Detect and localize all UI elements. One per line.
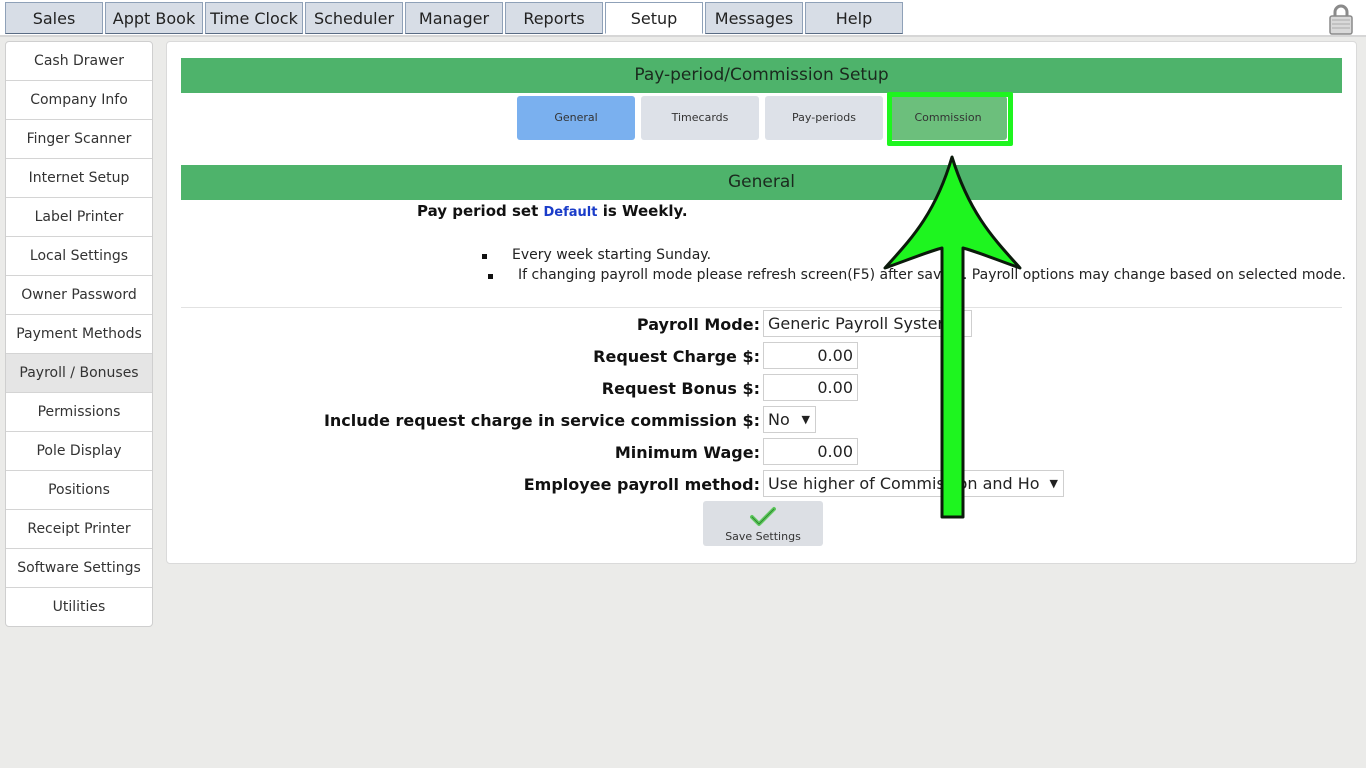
minimum-wage-label: Minimum Wage: (614, 443, 760, 462)
top-nav-divider (0, 35, 1366, 37)
tab-setup[interactable]: Setup (605, 2, 703, 34)
sidebar-item-utilities[interactable]: Utilities (6, 588, 152, 626)
include-charge-label: Include request charge in service commis… (323, 411, 760, 430)
payroll-method-label: Employee payroll method: (523, 475, 760, 494)
sidebar-item-owner-password[interactable]: Owner Password (6, 276, 152, 315)
tab-help[interactable]: Help (805, 2, 903, 34)
tab-scheduler[interactable]: Scheduler (305, 2, 403, 34)
tab-reports[interactable]: Reports (505, 2, 603, 34)
request-charge-input[interactable]: 0.00 (763, 342, 858, 369)
subtab-general[interactable]: General (517, 96, 635, 140)
subtab-pay-periods[interactable]: Pay-periods (765, 96, 883, 140)
top-tabs: Sales Appt Book Time Clock Scheduler Man… (5, 2, 905, 34)
bullet-dot (488, 274, 493, 279)
sidebar-item-internet-setup[interactable]: Internet Setup (6, 159, 152, 198)
tab-messages[interactable]: Messages (705, 2, 803, 34)
include-charge-select[interactable]: No ▼ (763, 406, 816, 433)
sidebar-item-payroll-bonuses[interactable]: Payroll / Bonuses (6, 354, 152, 393)
default-pay-period-link[interactable]: Default (543, 205, 597, 220)
tab-sales[interactable]: Sales (5, 2, 103, 34)
dropdown-arrow-icon: ▼ (801, 413, 810, 426)
tab-appt-book[interactable]: Appt Book (105, 2, 203, 34)
sidebar-item-company-info[interactable]: Company Info (6, 81, 152, 120)
minimum-wage-input[interactable]: 0.00 (763, 438, 858, 465)
sidebar-item-finger-scanner[interactable]: Finger Scanner (6, 120, 152, 159)
tab-manager[interactable]: Manager (405, 2, 503, 34)
include-charge-value: No (768, 410, 790, 429)
payroll-method-value: Use higher of Commission and Ho (768, 474, 1040, 493)
setup-sidebar: Cash Drawer Company Info Finger Scanner … (5, 41, 153, 627)
sidebar-item-cash-drawer[interactable]: Cash Drawer (6, 42, 152, 81)
request-bonus-input[interactable]: 0.00 (763, 374, 858, 401)
payroll-mode-field[interactable]: Generic Payroll System (763, 310, 972, 337)
request-charge-label: Request Charge $: (593, 347, 760, 366)
pay-period-prefix: Pay period set (417, 202, 539, 220)
sidebar-item-positions[interactable]: Positions (6, 471, 152, 510)
page-title: Pay-period/Commission Setup (181, 58, 1342, 93)
lock-icon[interactable] (1328, 3, 1354, 35)
tab-time-clock[interactable]: Time Clock (205, 2, 303, 34)
dropdown-arrow-icon: ▼ (1049, 477, 1058, 490)
sidebar-item-permissions[interactable]: Permissions (6, 393, 152, 432)
commission-highlight-box (887, 92, 1013, 146)
sidebar-item-label-printer[interactable]: Label Printer (6, 198, 152, 237)
sidebar-item-receipt-printer[interactable]: Receipt Printer (6, 510, 152, 549)
payroll-mode-label: Payroll Mode: (636, 315, 760, 334)
sidebar-item-local-settings[interactable]: Local Settings (6, 237, 152, 276)
save-settings-button[interactable]: Save Settings (703, 501, 823, 546)
main-panel: Pay-period/Commission Setup General Time… (166, 41, 1357, 564)
sidebar-item-pole-display[interactable]: Pole Display (6, 432, 152, 471)
bullet-dot (482, 254, 487, 259)
save-settings-label: Save Settings (725, 530, 801, 543)
checkmark-icon (750, 507, 776, 526)
pay-period-suffix: is Weekly. (602, 202, 688, 220)
sidebar-item-payment-methods[interactable]: Payment Methods (6, 315, 152, 354)
subtab-timecards[interactable]: Timecards (641, 96, 759, 140)
list-item: Every week starting Sunday. (482, 247, 712, 263)
payroll-method-select[interactable]: Use higher of Commission and Ho ▼ (763, 470, 1064, 497)
sidebar-item-software-settings[interactable]: Software Settings (6, 549, 152, 588)
request-bonus-label: Request Bonus $: (601, 379, 760, 398)
list-item: If changing payroll mode please refresh … (488, 267, 1346, 283)
pay-period-summary: Pay period set Default is Weekly. (417, 202, 688, 220)
bullet-text: If changing payroll mode please refresh … (518, 267, 1346, 283)
section-divider (181, 307, 1342, 308)
section-title: General (181, 165, 1342, 200)
bullet-text: Every week starting Sunday. (512, 247, 712, 263)
top-nav-bar: Sales Appt Book Time Clock Scheduler Man… (0, 0, 1366, 37)
